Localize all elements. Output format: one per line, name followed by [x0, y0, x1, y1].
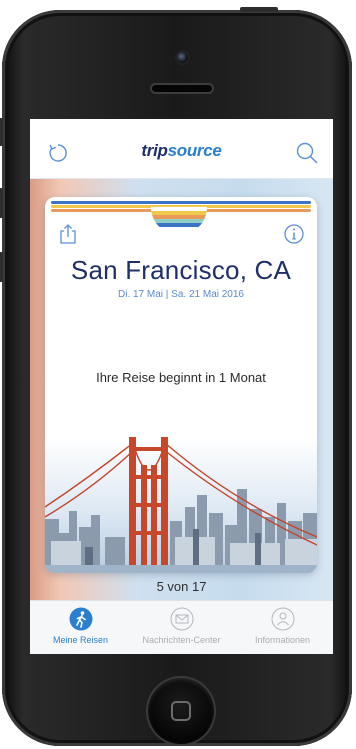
info-icon[interactable] [283, 223, 305, 245]
share-icon[interactable] [57, 223, 79, 245]
trip-countdown: Ihre Reise beginnt in 1 Monat [96, 370, 266, 385]
power-button [240, 7, 278, 12]
page-indicator: 5 von 17 [156, 579, 207, 594]
mute-switch [0, 118, 3, 146]
tab-meine-reisen[interactable]: Meine Reisen [30, 601, 131, 654]
home-square-icon [171, 701, 191, 721]
tab-label: Nachrichten-Center [142, 635, 221, 645]
card-tab-decoration [151, 207, 207, 235]
tab-label: Meine Reisen [52, 635, 109, 645]
brand-logo: tripsource [30, 141, 333, 161]
tab-bar: Meine Reisen Nachrichten-Center Informat… [30, 600, 333, 654]
home-button[interactable] [148, 678, 214, 744]
front-camera [177, 52, 188, 63]
trip-dates: Di. 17 Mai | Sa. 21 Mai 2016 [118, 289, 244, 300]
trip-carousel[interactable]: San Francisco, CA Di. 17 Mai | Sa. 21 Ma… [30, 179, 333, 600]
search-icon[interactable] [295, 141, 319, 165]
trip-card[interactable]: San Francisco, CA Di. 17 Mai | Sa. 21 Ma… [45, 197, 317, 573]
tab-nachrichten-center[interactable]: Nachrichten-Center [131, 601, 232, 654]
envelope-icon [170, 607, 194, 631]
golden-gate-image [45, 437, 317, 573]
app-header: tripsource [30, 119, 333, 179]
walking-person-icon [69, 607, 93, 631]
tab-informationen[interactable]: Informationen [232, 601, 333, 654]
app-screen: tripsource San Francisco, CA Di. 17 Mai … [30, 119, 333, 654]
tab-label: Informationen [254, 635, 311, 645]
brand-suffix: source [167, 141, 222, 160]
volume-down-button [0, 252, 3, 282]
earpiece-speaker [150, 83, 214, 94]
volume-up-button [0, 188, 3, 218]
people-icon [271, 607, 295, 631]
brand-prefix: trip [141, 141, 168, 160]
destination-city: San Francisco, CA [70, 255, 292, 285]
